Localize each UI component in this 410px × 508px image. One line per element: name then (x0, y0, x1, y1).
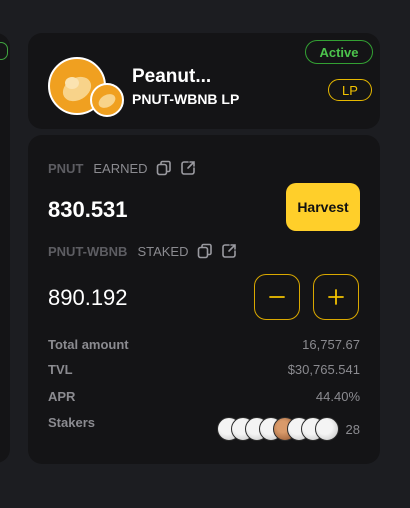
staked-value: 890.192 (48, 285, 128, 310)
stakers-label: Stakers (48, 415, 95, 430)
status-badge: Active (305, 40, 373, 64)
stakers-count: 28 (345, 422, 360, 437)
earned-label: EARNED (93, 160, 148, 176)
pool-title: Peanut... (132, 66, 212, 87)
plus-icon (328, 289, 344, 305)
stake-button[interactable] (313, 274, 359, 320)
external-link-icon[interactable] (221, 243, 237, 259)
staker-avatar (315, 417, 339, 441)
minus-icon (269, 296, 285, 298)
total-amount-value: 16,757.67 (302, 337, 360, 352)
tvl-label: TVL (48, 362, 73, 377)
staked-label: STAKED (137, 243, 189, 259)
previous-card (0, 33, 10, 463)
type-badge: LP (328, 79, 372, 101)
tvl-value: $30,765.541 (287, 362, 360, 377)
staked-label-row: PNUT-WBNB STAKED (48, 243, 237, 259)
pool-details-card: PNUT EARNED 830.531 Harvest PNUT-WBNB ST… (28, 135, 380, 464)
pool-pair: PNUT-WBNB LP (132, 91, 240, 107)
earned-value: 830.531 (48, 197, 128, 222)
earned-token: PNUT (48, 160, 84, 176)
external-link-icon[interactable] (180, 160, 196, 176)
apr-label: APR (48, 389, 76, 404)
wbnb-token-icon (90, 83, 124, 117)
unstake-button[interactable] (254, 274, 300, 320)
total-amount-label: Total amount (48, 337, 129, 352)
staked-token: PNUT-WBNB (48, 243, 128, 259)
copy-icon[interactable] (156, 160, 172, 176)
pool-header-card: Peanut... PNUT-WBNB LP Active LP (28, 33, 380, 129)
stakers-avatars (217, 417, 339, 443)
harvest-button[interactable]: Harvest (286, 183, 360, 231)
copy-icon[interactable] (197, 243, 213, 259)
earned-label-row: PNUT EARNED (48, 160, 196, 176)
apr-value: 44.40% (315, 389, 360, 404)
